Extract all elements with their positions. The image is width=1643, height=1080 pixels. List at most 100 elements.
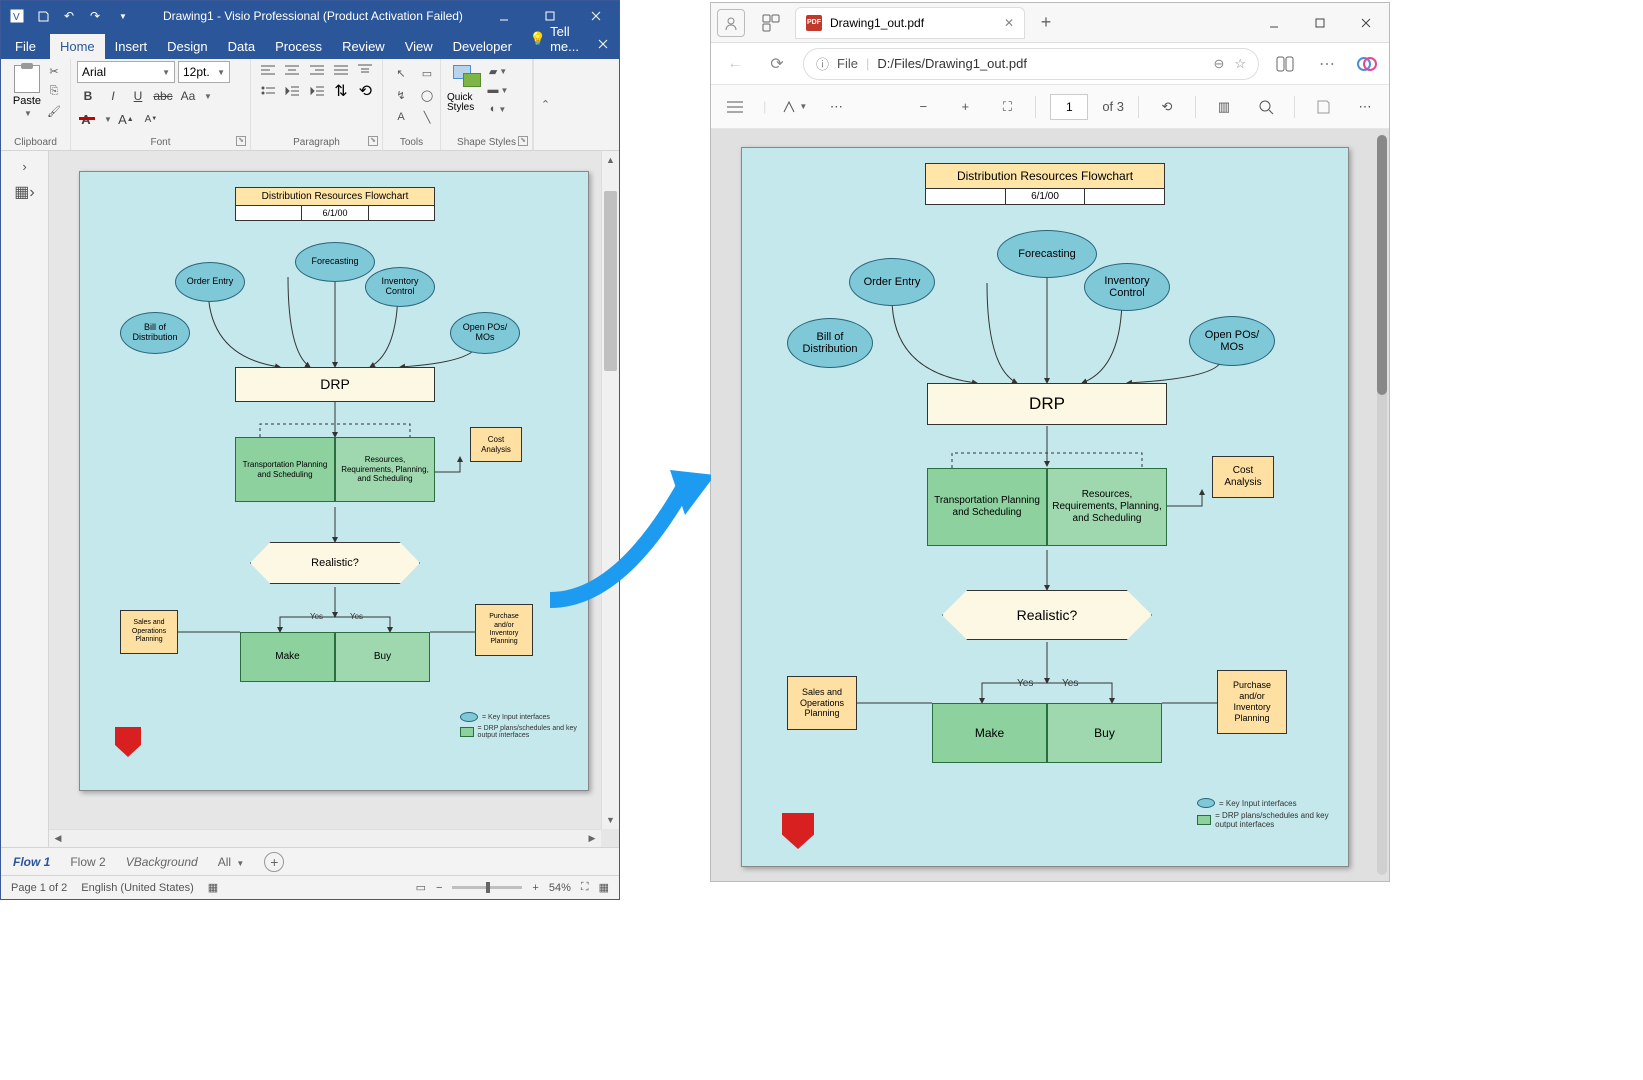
zoom-slider[interactable]: [452, 886, 522, 889]
tab-view[interactable]: View: [395, 34, 443, 59]
bullets-button[interactable]: [257, 82, 278, 100]
qat-dropdown-icon[interactable]: ▼: [113, 6, 133, 26]
bold-button[interactable]: B: [77, 86, 99, 106]
presentation-mode-icon[interactable]: ▭: [416, 881, 426, 894]
zoom-out-icon[interactable]: −: [909, 93, 937, 121]
fill-button[interactable]: ▰▼: [489, 63, 507, 79]
page-tab-flow1[interactable]: Flow 1: [13, 855, 50, 869]
page-tab-flow2[interactable]: Flow 2: [70, 855, 105, 869]
tab-developer[interactable]: Developer: [443, 34, 522, 59]
split-screen-icon[interactable]: [1269, 48, 1301, 80]
pdf-scrollbar-thumb[interactable]: [1377, 135, 1387, 395]
shapes-panel[interactable]: › ▦›: [1, 151, 49, 847]
tab-process[interactable]: Process: [265, 34, 332, 59]
horizontal-scrollbar[interactable]: ◀ ▶: [49, 829, 601, 847]
collapse-ribbon-icon[interactable]: ⌃: [541, 98, 550, 111]
line-tool-button[interactable]: ╲: [415, 107, 439, 127]
pointer-tool-button[interactable]: ↖: [389, 63, 413, 83]
refresh-button[interactable]: ⟳: [761, 48, 793, 80]
tab-insert[interactable]: Insert: [105, 34, 158, 59]
minimize-button[interactable]: [481, 1, 527, 31]
increase-indent-button[interactable]: [306, 82, 327, 100]
effects-button[interactable]: ◐▼: [489, 101, 507, 117]
drawing-canvas[interactable]: Distribution Resources Flowchart 6/1/00 …: [49, 151, 619, 847]
url-input[interactable]: ⓘ File | D:/Files/Drawing1_out.pdf ⊖ ☆: [803, 48, 1259, 80]
tab-review[interactable]: Review: [332, 34, 395, 59]
line-spacing-button[interactable]: ⇅: [330, 82, 351, 100]
vertical-scrollbar[interactable]: ▲ ▼: [601, 151, 619, 829]
search-icon[interactable]: [1252, 93, 1280, 121]
pdf-menu-icon[interactable]: ⋯: [1351, 93, 1379, 121]
scroll-down-icon[interactable]: ▼: [602, 811, 619, 829]
add-page-button[interactable]: +: [264, 852, 284, 872]
expand-shapes-icon[interactable]: ›: [22, 159, 26, 174]
pdf-viewer[interactable]: Distribution Resources Flowchart 6/1/00 …: [711, 129, 1389, 881]
font-name-select[interactable]: Arial▼: [77, 61, 175, 83]
browser-minimize-button[interactable]: [1251, 4, 1297, 42]
tab-file[interactable]: File: [1, 34, 50, 59]
copilot-icon[interactable]: [1353, 50, 1381, 78]
shrink-font-button[interactable]: A▼: [140, 109, 162, 129]
redo-icon[interactable]: ↷: [85, 6, 105, 26]
workspaces-icon[interactable]: [757, 9, 785, 37]
italic-button[interactable]: I: [102, 86, 124, 106]
rectangle-tool-button[interactable]: ▭: [415, 63, 439, 83]
more-tools-icon[interactable]: ⋯: [822, 93, 850, 121]
scroll-right-icon[interactable]: ▶: [583, 830, 601, 847]
fit-icon[interactable]: ⛶: [993, 93, 1021, 121]
cut-icon[interactable]: ✂: [45, 63, 63, 79]
zoom-in-button[interactable]: +: [532, 882, 538, 894]
zoom-out-button[interactable]: −: [436, 882, 442, 894]
copy-icon[interactable]: ⎘: [45, 83, 63, 99]
info-icon[interactable]: ⓘ: [816, 54, 829, 73]
page-tab-all[interactable]: All ▼: [218, 855, 245, 869]
tab-design[interactable]: Design: [157, 34, 217, 59]
font-dialog-launcher[interactable]: ⬊: [236, 136, 246, 146]
page-number-input[interactable]: [1050, 94, 1088, 120]
align-left-button[interactable]: [257, 61, 278, 79]
scroll-up-icon[interactable]: ▲: [602, 151, 619, 169]
zoom-in-icon[interactable]: +: [951, 93, 979, 121]
paragraph-dialog-launcher[interactable]: ⬊: [368, 136, 378, 146]
font-size-select[interactable]: 12pt.▼: [178, 61, 230, 83]
tell-me-search[interactable]: 💡Tell me...: [522, 19, 588, 59]
grow-font-button[interactable]: A▲: [115, 109, 137, 129]
decrease-indent-button[interactable]: [281, 82, 302, 100]
back-button[interactable]: ←: [719, 48, 751, 80]
profile-icon[interactable]: [717, 9, 745, 37]
quick-styles-button[interactable]: Quick Styles: [447, 61, 491, 113]
text-tool-button[interactable]: A: [389, 107, 413, 127]
save-icon[interactable]: [33, 6, 53, 26]
status-language[interactable]: English (United States): [81, 882, 194, 894]
connector-tool-button[interactable]: ↯: [389, 85, 413, 105]
page-tab-vbackground[interactable]: VBackground: [126, 855, 198, 869]
underline-button[interactable]: U: [127, 86, 149, 106]
fit-window-icon[interactable]: ⛶: [581, 881, 589, 894]
strikethrough-button[interactable]: abc: [152, 86, 174, 106]
align-justify-button[interactable]: [330, 61, 351, 79]
text-case-button[interactable]: Aa: [177, 86, 199, 106]
align-right-button[interactable]: [306, 61, 327, 79]
browser-maximize-button[interactable]: [1297, 4, 1343, 42]
rotate-text-button[interactable]: ⟲: [355, 82, 376, 100]
zoom-level[interactable]: 54%: [549, 882, 571, 894]
highlight-icon[interactable]: ▼: [780, 93, 808, 121]
undo-icon[interactable]: ↶: [59, 6, 79, 26]
align-center-button[interactable]: [281, 61, 302, 79]
scroll-left-icon[interactable]: ◀: [49, 830, 67, 847]
scrollbar-thumb[interactable]: [604, 191, 617, 371]
rotate-icon[interactable]: ⟲: [1153, 93, 1181, 121]
stencil-icon[interactable]: ▦›: [14, 182, 34, 202]
line-button[interactable]: ▬▼: [489, 82, 507, 98]
ribbon-close-button[interactable]: [587, 29, 619, 59]
shape-dialog-launcher[interactable]: ⬊: [518, 136, 528, 146]
browser-tab[interactable]: PDF Drawing1_out.pdf ✕: [795, 7, 1025, 39]
contents-icon[interactable]: [721, 93, 749, 121]
menu-button[interactable]: ⋯: [1311, 48, 1343, 80]
valign-button[interactable]: [355, 61, 376, 79]
font-color-button[interactable]: A: [77, 109, 99, 129]
favorite-icon[interactable]: ☆: [1234, 56, 1246, 72]
page-view-icon[interactable]: ▥: [1210, 93, 1238, 121]
new-tab-button[interactable]: +: [1031, 8, 1061, 38]
macro-record-icon[interactable]: ▦: [208, 881, 218, 894]
